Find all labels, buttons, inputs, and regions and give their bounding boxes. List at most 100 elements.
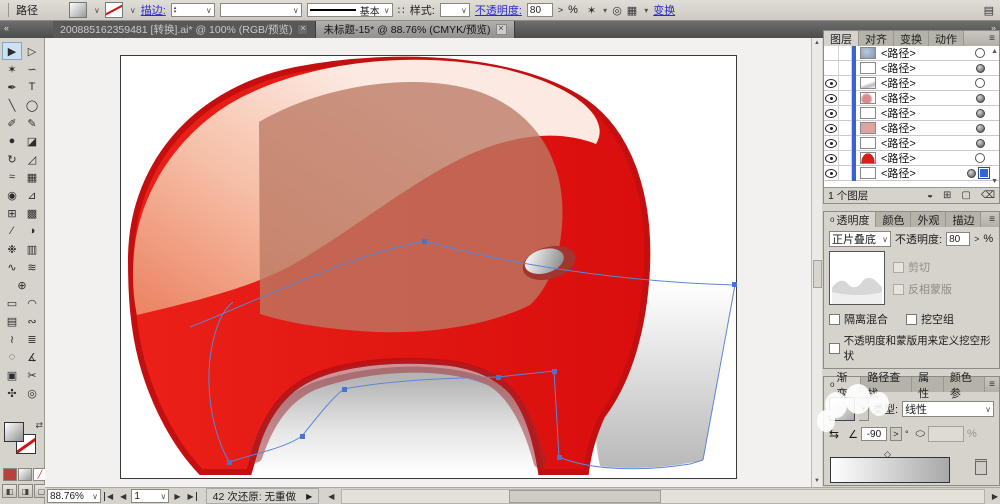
tab-attributes[interactable]: 属性 [912,372,944,400]
tab-align[interactable]: 对齐 [859,31,894,46]
lock-toggle[interactable] [839,90,852,106]
knockout-group-checkbox-row[interactable]: 挖空组 [906,311,954,327]
layer-row[interactable]: <路径> [824,60,999,76]
tab-layers[interactable]: 图层 [824,31,859,46]
fill-dropdown-icon[interactable]: ∨ [94,6,100,15]
visibility-toggle[interactable] [824,150,839,166]
opacity-input[interactable]: 80 [526,3,553,17]
tab-color[interactable]: 颜色 [876,212,912,227]
close-icon[interactable]: × [297,24,309,35]
color-button[interactable] [3,468,17,481]
layer-row[interactable]: <路径> [824,165,999,181]
gradient-type-dd-icon[interactable]: ∨ [985,405,991,414]
spin-down-icon[interactable]: ▾ [174,10,177,15]
visibility-toggle[interactable] [824,90,839,106]
tool-line-segment[interactable]: ╲ [2,96,22,114]
stroke-color-swatch[interactable] [104,2,123,18]
gradient-button[interactable] [18,468,32,481]
layer-row[interactable]: <路径> [824,105,999,121]
tool-live-paint[interactable]: ▤ [2,312,22,330]
visibility-toggle[interactable] [824,60,839,76]
tool-reshape[interactable]: ▭ [2,294,22,312]
knockout-group-checkbox[interactable] [906,313,917,325]
tool-free-transform[interactable]: ▦ [22,168,42,186]
artboard-nav-dropdown[interactable]: 1 ∨ [131,489,170,503]
hscroll-left-icon[interactable]: ◀ [326,492,336,501]
target-circle[interactable] [976,108,985,118]
opacity-link[interactable]: 不透明度: [475,2,522,18]
clip-checkbox-row[interactable]: 剪切 [893,259,952,275]
lock-toggle[interactable] [839,105,852,121]
stroke-panel-link[interactable]: 描边: [141,2,166,18]
tool-magic-wand[interactable]: ✶ [2,60,22,78]
vertical-scroll-thumb[interactable] [813,260,822,288]
tab-pathfinder[interactable]: 路径查找 [861,372,913,400]
tool-pencil[interactable]: ✎ [22,114,42,132]
gradient-angle-dd[interactable]: > [889,427,902,441]
tool-hand[interactable]: ✣ [2,384,22,402]
lock-toggle[interactable] [839,165,852,181]
tool-selection[interactable]: ▶ [2,42,22,60]
transp-opacity-spin-icon[interactable]: > [974,234,979,244]
target-circle[interactable] [976,93,985,103]
tool-ellipse[interactable]: ◯ [22,96,42,114]
transp-opacity-input[interactable]: 80 [946,232,971,246]
stroke-dropdown-icon[interactable]: ∨ [130,6,136,15]
opacity-spin-icon[interactable]: > [558,5,563,15]
visibility-toggle[interactable] [824,75,839,91]
tool-gradient[interactable]: ▩ [22,204,42,222]
gradient-type-dropdown[interactable]: 线性 ∨ [902,401,994,417]
fill-color-swatch[interactable] [69,2,87,18]
layer-row[interactable]: <路径> [824,150,999,166]
tool-eraser[interactable]: ◪ [22,132,42,150]
recolor-artwork-icon[interactable]: ◎ [612,4,622,17]
layer-row[interactable]: <路径> [824,90,999,106]
tool-perspective-grid[interactable]: ⊿ [22,186,42,204]
tool-mesh[interactable]: ⊞ [2,204,22,222]
prev-artboard-icon[interactable]: ◀ [118,492,128,501]
style-dd-icon[interactable]: ∨ [461,6,467,15]
align-stroke-icon[interactable]: ∷ [398,4,405,17]
tool-slice[interactable]: ✂ [22,366,42,384]
hscroll-right-icon[interactable]: ▶ [990,492,1000,501]
layer-row[interactable]: <路径> [824,120,999,136]
opacity-mask-knockout-checkbox-row[interactable]: 不透明度和蒙版用来定义挖空形状 [829,333,994,363]
select-similar-dd-icon[interactable]: ▾ [603,6,607,15]
tool-measure[interactable]: ∡ [22,348,42,366]
document-tab-1[interactable]: 200885162359481 [转换].ai* @ 100% (RGB/预览)… [53,21,317,38]
layers-scroll-down-icon[interactable]: ▼ [991,178,998,185]
brush-dd-icon[interactable]: ∨ [384,6,390,15]
lock-toggle[interactable] [839,120,852,136]
next-artboard-icon[interactable]: ▶ [172,492,182,501]
clip-checkbox[interactable] [893,261,904,273]
new-sublayer-icon[interactable]: ⊞ [943,190,951,201]
isolate-blending-checkbox-row[interactable]: 隔离混合 [829,311,888,327]
tab-actions[interactable]: 动作 [929,31,964,46]
tool-shape-builder[interactable]: ◉ [2,186,22,204]
tool-arc[interactable]: ◠ [22,294,42,312]
lock-toggle[interactable] [839,75,852,91]
tool-pen[interactable]: ✒ [2,78,22,96]
tool-paragraph[interactable]: ≣ [22,330,42,348]
fill-swatch[interactable] [4,422,24,442]
tool-width[interactable]: ≈ [2,168,22,186]
layer-row[interactable]: <路径> [824,135,999,151]
visibility-toggle[interactable] [824,135,839,151]
panel-menu-icon[interactable]: ≡ [985,212,999,227]
tool-perspective[interactable]: ⊕ [2,276,42,294]
canvas-area[interactable]: ▲ ▼ [45,38,822,487]
delete-layer-icon[interactable]: ⌫ [981,190,995,201]
tool-lasso-select[interactable]: ◌ [2,348,22,366]
layer-row[interactable]: <路径> [824,46,999,61]
tool-curvature[interactable]: ∿ [2,258,22,276]
tool-wrinkle[interactable]: ∾ [22,312,42,330]
tool-column-graph[interactable]: ▥ [22,240,42,258]
align-glyphs-icon[interactable]: ▦ [627,4,637,17]
scroll-up-icon[interactable]: ▲ [812,38,822,49]
tab-appearance[interactable]: 外观 [911,212,947,227]
zoom-level-dropdown[interactable]: 88.76% ∨ [47,489,101,503]
tool-lasso[interactable]: ∽ [22,60,42,78]
visibility-toggle[interactable] [824,46,839,61]
tool-blob-brush[interactable]: ● [2,132,22,150]
tool-warp[interactable]: ≋ [22,258,42,276]
